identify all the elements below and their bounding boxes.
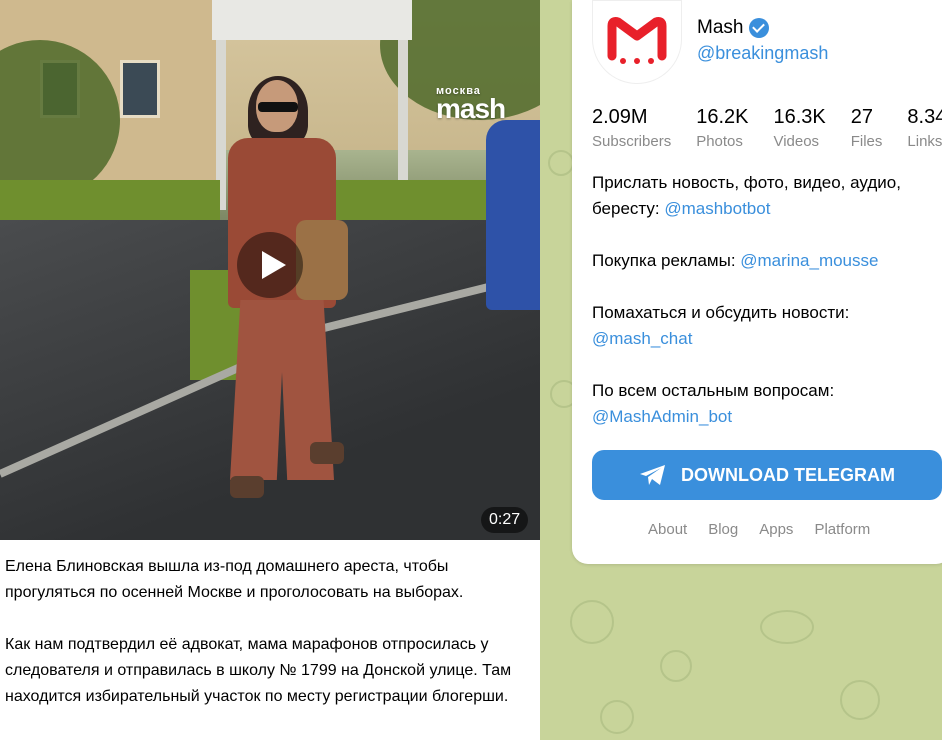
wallpaper-doodle <box>840 680 880 720</box>
description-paragraph: По всем остальным вопросам: @MashAdmin_b… <box>592 378 932 430</box>
video-scene-pole <box>398 40 408 200</box>
channel-stats: 2.09M Subscribers 16.2K Photos 16.3K Vid… <box>592 105 942 150</box>
woman-boot <box>230 476 264 498</box>
stat-label: Videos <box>773 133 820 150</box>
stat-label: Photos <box>696 133 743 150</box>
stat-label: Links <box>907 133 942 150</box>
stat-photos[interactable]: 16.2K Photos <box>696 105 748 150</box>
channel-card: Mash @breakingmash 2.09M Subscribers 16.… <box>572 0 942 564</box>
stat-files[interactable]: 27 Files <box>851 105 883 150</box>
stat-label: Subscribers <box>592 133 672 150</box>
verified-badge-icon <box>749 18 770 38</box>
mash-watermark: москва mash <box>436 86 506 124</box>
description-link[interactable]: @marina_mousse <box>740 251 878 270</box>
video-duration-badge: 0:27 <box>481 507 529 533</box>
footer-link-about[interactable]: About <box>648 521 687 538</box>
stat-links[interactable]: 8.34 Links <box>907 105 942 150</box>
channel-name-text: Mash <box>697 17 744 38</box>
woman-boot <box>310 442 344 464</box>
channel-name: Mash <box>697 17 770 39</box>
stat-videos[interactable]: 16.3K Videos <box>773 105 825 150</box>
watermark-brand: mash <box>436 93 506 124</box>
description-link[interactable]: @mash_chat <box>592 329 692 348</box>
video-scene-lawn <box>0 180 220 220</box>
description-paragraph: Помахаться и обсудить новости: @mash_cha… <box>592 300 932 352</box>
description-text: Помахаться и обсудить новости: <box>592 303 850 322</box>
stat-label: Files <box>850 133 883 150</box>
wallpaper-doodle <box>660 650 692 682</box>
video-scene-passerby <box>486 120 540 310</box>
post-paragraph: Как нам подтвердил её адвокат, мама мара… <box>5 636 512 705</box>
video-scene-canopy <box>212 0 412 40</box>
description-link[interactable]: @MashAdmin_bot <box>592 407 732 426</box>
woman-bag <box>296 220 348 300</box>
channel-description: Прислать новость, фото, видео, аудио, бе… <box>592 170 932 456</box>
wallpaper-doodle <box>600 700 634 734</box>
description-text: Покупка рекламы: <box>592 251 741 270</box>
stat-value: 8.34 <box>907 106 942 128</box>
stat-value: 16.2K <box>696 106 749 128</box>
footer-link-platform[interactable]: Platform <box>814 521 870 538</box>
description-paragraph: Прислать новость, фото, видео, аудио, бе… <box>592 170 932 222</box>
video-player[interactable]: москва mash 0:27 <box>0 0 540 540</box>
play-button[interactable] <box>237 232 303 298</box>
stat-value: 2.09M <box>592 106 648 128</box>
wallpaper-doodle <box>570 600 614 644</box>
wallpaper-doodle <box>548 150 574 176</box>
stat-value: 27 <box>850 106 873 128</box>
download-label: DOWNLOAD TELEGRAM <box>681 464 895 485</box>
wallpaper-doodle <box>760 610 814 644</box>
description-paragraph: Покупка рекламы: @marina_mousse <box>592 248 932 274</box>
stat-subscribers[interactable]: 2.09M Subscribers <box>592 105 671 150</box>
footer-links: About Blog Apps Platform <box>648 521 870 538</box>
building-window <box>120 60 160 118</box>
post-text: Елена Блиновская вышла из-под домашнего … <box>5 554 530 736</box>
channel-avatar <box>592 0 682 84</box>
download-telegram-button[interactable]: DOWNLOAD TELEGRAM <box>592 450 942 500</box>
telegram-plane-icon <box>640 465 665 485</box>
post-paragraph: Елена Блиновская вышла из-под домашнего … <box>5 558 464 601</box>
footer-link-apps[interactable]: Apps <box>759 521 793 538</box>
description-link[interactable]: @mashbotbot <box>664 199 770 218</box>
mash-logo-icon <box>607 17 667 64</box>
description-text: По всем остальным вопросам: <box>592 381 835 400</box>
woman-sunglasses <box>258 102 298 112</box>
stat-value: 16.3K <box>773 106 826 128</box>
footer-link-blog[interactable]: Blog <box>708 521 738 538</box>
channel-handle[interactable]: @breakingmash <box>697 43 828 64</box>
post: москва mash 0:27 Елена Блиновская вышла … <box>0 0 540 740</box>
